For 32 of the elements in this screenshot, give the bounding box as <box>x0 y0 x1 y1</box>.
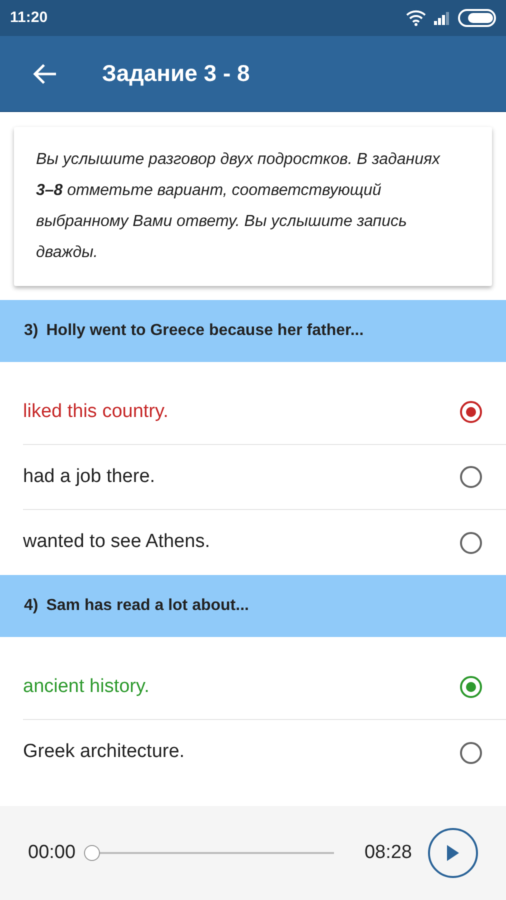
answer-option[interactable]: ancient history. <box>23 655 506 720</box>
radio-button[interactable] <box>460 742 482 764</box>
answer-option[interactable]: had a job there. <box>23 445 506 510</box>
radio-button[interactable] <box>460 532 482 554</box>
radio-button[interactable] <box>460 401 482 423</box>
slider-thumb[interactable] <box>84 845 100 861</box>
screen-title: Задание 3 - 8 <box>102 59 250 88</box>
option-label: ancient history. <box>23 674 150 699</box>
answer-option[interactable]: wanted to see Athens. <box>23 510 506 575</box>
option-label: Greek architecture. <box>23 740 185 764</box>
answer-option[interactable]: liked this country. <box>23 380 506 445</box>
instructions-text: Вы услышите разговор двух подростков. В заданиях 3–8 отметьте вариант, соответствующий выбранному Вами ответу. Вы услышите запись дважды. <box>36 150 442 263</box>
signal-icon <box>434 11 450 25</box>
play-button[interactable] <box>428 828 478 878</box>
option-label: had a job there. <box>23 464 156 489</box>
option-label: liked this country. <box>23 400 168 424</box>
duration-time: 08:28 <box>364 840 412 865</box>
option-label: wanted to see Athens. <box>23 530 210 554</box>
question-number: 3) <box>24 321 38 341</box>
radio-button[interactable] <box>460 466 482 488</box>
seek-slider[interactable] <box>84 844 334 862</box>
question-number: 4) <box>24 596 38 616</box>
wifi-icon <box>406 10 426 26</box>
radio-button[interactable] <box>460 676 482 698</box>
question-text: Sam has read a lot about... <box>46 596 249 616</box>
status-time: 11:20 <box>10 8 48 28</box>
answer-option[interactable]: Greek architecture. <box>23 720 506 785</box>
battery-icon <box>458 9 496 27</box>
back-arrow-icon <box>33 62 57 84</box>
elapsed-time: 00:00 <box>28 840 76 865</box>
play-icon <box>446 844 460 862</box>
question-text: Holly went to Greece because her father... <box>46 321 364 341</box>
